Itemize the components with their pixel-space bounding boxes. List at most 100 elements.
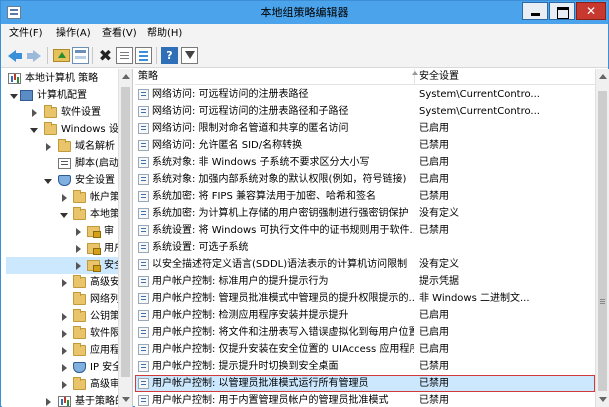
back-arrow-icon[interactable] [7,47,24,64]
table-row[interactable]: 用户帐户控制: 标准用户的提升提示行为 提示凭据 [135,273,595,290]
filter-icon[interactable] [181,47,198,64]
policy-icon [138,157,149,168]
folder-icon [73,292,86,305]
column-header-policy[interactable]: 策略 [135,69,415,85]
delete-icon[interactable]: ✖ [97,47,114,64]
expand-toggle-icon[interactable] [60,213,68,218]
help-icon[interactable]: ? [161,47,178,64]
collapse-toggle-icon[interactable] [62,364,67,372]
table-row[interactable]: 系统设置: 将 Windows 可执行文件中的证书规则用于软件... 已禁用 [135,222,595,239]
menu-view[interactable]: 查看(V) [102,24,137,43]
folder-icon [73,343,86,356]
folder-icon [73,309,86,322]
collapse-toggle-icon[interactable] [46,143,51,151]
policy-icon [138,106,149,117]
toolbar: ✖ ? [1,43,608,68]
title-bar: 本地组策略编辑器 ✕ [1,1,608,24]
folder-icon [73,377,86,390]
table-row[interactable]: 系统设置: 可选子系统 [135,239,595,256]
folder-lock-icon [87,226,101,238]
table-row[interactable]: 用户帐户控制: 将文件和注册表写入错误虚拟化到每用户位置 已启用 [135,324,595,341]
list-header: 策略 安全设置 [135,69,595,85]
forward-arrow-icon[interactable] [25,47,42,64]
shield-icon [73,362,86,373]
close-button[interactable]: ✕ [576,2,606,20]
qos-chart-icon [58,396,71,407]
collapse-toggle-icon[interactable] [62,279,67,287]
scroll-thumb[interactable] [598,91,607,391]
tree-item-security-options[interactable]: 安全 [6,257,124,274]
collapse-toggle-icon[interactable] [32,109,37,117]
collapse-toggle-icon[interactable] [76,245,81,253]
policy-icon [138,225,149,236]
collapse-toggle-icon[interactable] [62,381,67,389]
collapse-toggle-icon[interactable] [62,330,67,338]
folder-lock-icon [87,260,101,272]
table-row[interactable]: 系统加密: 为计算机上存储的用户密钥强制进行强密钥保护 没有定义 [135,205,595,222]
list-scrollbar[interactable] [595,69,609,407]
policy-icon [138,191,149,202]
scroll-down-icon[interactable] [599,397,607,402]
scroll-up-icon[interactable] [599,74,607,79]
table-row[interactable]: 以安全描述符定义语言(SDDL)语法表示的计算机访问限制 没有定义 [135,256,595,273]
policy-icon [138,174,149,185]
folder-icon [44,105,57,118]
folder-icon [58,139,71,152]
scroll-up-icon[interactable] [122,74,130,79]
scroll-down-icon[interactable] [122,397,130,402]
toolbar-separator [47,47,48,64]
expand-toggle-icon[interactable] [10,94,18,99]
shield-icon [58,175,71,186]
table-row[interactable]: 用户帐户控制: 提示提升时切换到安全桌面 已禁用 [135,358,595,375]
policy-list: 策略 安全设置 网络访问: 可远程访问的注册表路径 System\Current… [135,69,609,407]
up-folder-icon[interactable] [53,49,70,62]
table-row[interactable]: 用户帐户控制: 仅提升安装在安全位置的 UIAccess 应用程序 已启用 [135,341,595,358]
folder-icon [73,190,86,203]
menu-help[interactable]: 帮助(H) [147,24,182,43]
policy-icon [138,310,149,321]
navigation-tree: 本地计算机 策略 计算机配置 软件设置 Windows 设置 域名解析 脚本(启… [2,69,133,407]
script-icon [58,158,71,169]
folder-icon [73,207,86,220]
policy-icon [138,140,149,151]
minimize-button[interactable] [522,2,548,20]
table-row[interactable]: 用户帐户控制: 用于内置管理员帐户的管理员批准模式 已禁用 [135,392,595,407]
table-row[interactable]: 用户帐户控制: 管理员批准模式中管理员的提升权限提示的... 非 Windows… [135,290,595,307]
table-row[interactable]: 网络访问: 可远程访问的注册表路径 System\CurrentContro..… [135,86,595,103]
table-row[interactable]: 系统对象: 加强内部系统对象的默认权限(例如，符号链接) 已启用 [135,171,595,188]
tree-scrollbar[interactable] [118,69,132,407]
folder-lock-icon [87,243,101,255]
folder-icon [73,326,86,339]
collapse-toggle-icon[interactable] [76,228,81,236]
collapse-toggle-icon[interactable] [62,347,67,355]
policy-icon [138,259,149,270]
table-row[interactable]: 网络访问: 允许匿名 SID/名称转换 已禁用 [135,137,595,154]
collapse-toggle-icon[interactable] [76,262,81,270]
table-row[interactable]: 网络访问: 可远程访问的注册表路径和子路径 System\CurrentCont… [135,103,595,120]
export-list-icon[interactable] [135,47,152,64]
policy-icon [138,344,149,355]
column-header-setting[interactable]: 安全设置 [416,69,595,85]
window-title: 本地组策略编辑器 [260,6,349,19]
collapse-toggle-icon[interactable] [46,398,51,406]
show-hide-tree-icon[interactable] [72,47,89,64]
expand-toggle-icon[interactable] [44,179,52,184]
collapse-toggle-icon[interactable] [62,313,67,321]
scroll-thumb[interactable] [121,87,130,377]
properties-icon[interactable] [116,47,133,64]
maximize-button[interactable] [549,2,575,20]
table-row[interactable]: 系统加密: 将 FIPS 兼容算法用于加密、哈希和签名 已禁用 [135,188,595,205]
expand-toggle-icon[interactable] [30,128,38,133]
policy-icon [138,208,149,219]
table-row[interactable]: 系统对象: 非 Windows 子系统不要求区分大小写 已启用 [135,154,595,171]
policy-icon [138,242,149,253]
computer-icon [20,90,33,101]
policy-icon [138,293,149,304]
table-row-selected[interactable]: 用户帐户控制: 以管理员批准模式运行所有管理员 已禁用 [135,375,595,392]
collapse-toggle-icon[interactable] [62,194,67,202]
menu-file[interactable]: 文件(F) [9,24,43,43]
table-row[interactable]: 网络访问: 限制对命名管道和共享的匿名访问 已启用 [135,120,595,137]
policy-chart-icon [8,73,21,84]
menu-action[interactable]: 操作(A) [56,24,91,43]
table-row[interactable]: 用户帐户控制: 检测应用程序安装并提示提升 已启用 [135,307,595,324]
